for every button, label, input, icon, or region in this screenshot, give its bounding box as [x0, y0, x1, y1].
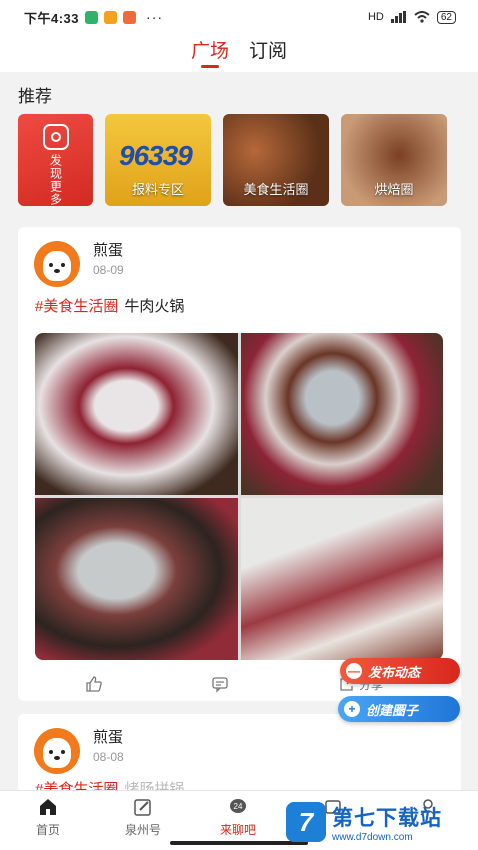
more-notify-icon: ···: [146, 9, 164, 25]
edit-icon: [134, 799, 151, 816]
recommend-card-baoliao[interactable]: 96339 报料专区: [105, 114, 211, 206]
create-circle-label: 创建圈子: [366, 702, 419, 718]
discover-icon: [42, 124, 69, 150]
nav-quanzhou[interactable]: 泉州号: [113, 797, 173, 838]
signal-icon: [390, 11, 406, 23]
post-username[interactable]: 煎蛋: [93, 726, 123, 747]
recommend-card-label: 报料专区: [131, 182, 184, 197]
post-text: 牛肉火锅: [124, 298, 185, 315]
wifi-icon: [414, 11, 430, 23]
hotline-number: 96339: [119, 140, 193, 171]
tab-subscribe[interactable]: 订阅: [249, 34, 287, 72]
recommend-card-label: 美食生活圈: [243, 182, 309, 197]
chat-badge-icon: 24: [230, 799, 246, 813]
watermark-text: 第七下载站 www.d7down.com: [332, 802, 442, 843]
nav-chat[interactable]: 24 来聊吧: [208, 797, 268, 838]
publish-label: 发布动态: [368, 664, 421, 680]
notification-icons: ···: [85, 9, 163, 25]
status-time: 下午4:33: [24, 10, 80, 26]
publish-post-button[interactable]: — 发布动态: [340, 658, 460, 684]
watermark-logo-icon: 7: [286, 802, 326, 842]
network-label: HD: [367, 11, 384, 23]
nav-home-label: 首页: [35, 823, 60, 837]
post-card[interactable]: 煎蛋 08-09 #美食生活圈 牛肉火锅 分享: [18, 227, 461, 701]
dog-avatar-icon: [43, 738, 71, 768]
watermark-url: www.d7down.com: [332, 831, 413, 843]
like-button[interactable]: [85, 675, 103, 693]
post-circle-tag[interactable]: #美食生活圈: [35, 298, 118, 315]
post-username[interactable]: 煎蛋: [93, 239, 123, 260]
recommend-title: 推荐: [18, 87, 52, 106]
recommend-section: 推荐 发现更多 96339 报料专区 美食生活圈 烘焙圈: [0, 72, 478, 220]
nav-chat-label: 来聊吧: [219, 823, 256, 837]
nav-quanzhou-label: 泉州号: [124, 823, 161, 837]
top-tabs: 广场 订阅: [0, 34, 478, 72]
tab-square[interactable]: 广场: [191, 34, 229, 72]
site-watermark: 7 第七下载站 www.d7down.com: [286, 798, 476, 846]
home-icon: [40, 799, 56, 815]
comment-icon: [212, 677, 228, 693]
comment-button[interactable]: [211, 675, 229, 693]
post-photo[interactable]: [35, 333, 238, 495]
recommend-list: 发现更多 96339 报料专区 美食生活圈 烘焙圈: [18, 114, 447, 206]
post-photo[interactable]: [241, 498, 443, 660]
recommend-card-food[interactable]: 美食生活圈: [223, 114, 329, 206]
status-bar: 下午4:33 ··· HD 62: [0, 0, 478, 34]
post-photo-grid: [35, 333, 443, 660]
battery-icon: 62: [436, 10, 456, 24]
nav-home[interactable]: 首页: [18, 797, 78, 838]
dog-avatar-icon: [43, 251, 71, 281]
watermark-title: 第七下载站: [332, 806, 442, 830]
recommend-card-baking[interactable]: 烘焙圈: [341, 114, 447, 206]
wechat-notify-icon: [85, 10, 99, 24]
thumbs-up-icon: [86, 676, 102, 692]
mail-notify-icon: [123, 10, 137, 24]
recommend-card-label: 烘焙圈: [374, 182, 414, 197]
publish-icon: —: [346, 663, 362, 679]
post-photo[interactable]: [35, 498, 238, 660]
post-photo[interactable]: [241, 333, 443, 495]
avatar[interactable]: [34, 728, 80, 774]
post-date: 08-09: [93, 263, 124, 277]
post-content: #美食生活圈 牛肉火锅: [35, 295, 184, 316]
discover-more-button[interactable]: 发现更多: [18, 114, 93, 206]
plus-icon: +: [344, 701, 360, 717]
post-date: 08-08: [93, 750, 124, 764]
create-circle-button[interactable]: + 创建圈子: [338, 696, 460, 722]
app-notify-icon: [104, 10, 118, 24]
avatar[interactable]: [34, 241, 80, 287]
discover-label: 发现更多: [48, 154, 63, 206]
status-right: HD 62: [367, 10, 456, 24]
chat-badge-count: 24: [234, 802, 243, 811]
